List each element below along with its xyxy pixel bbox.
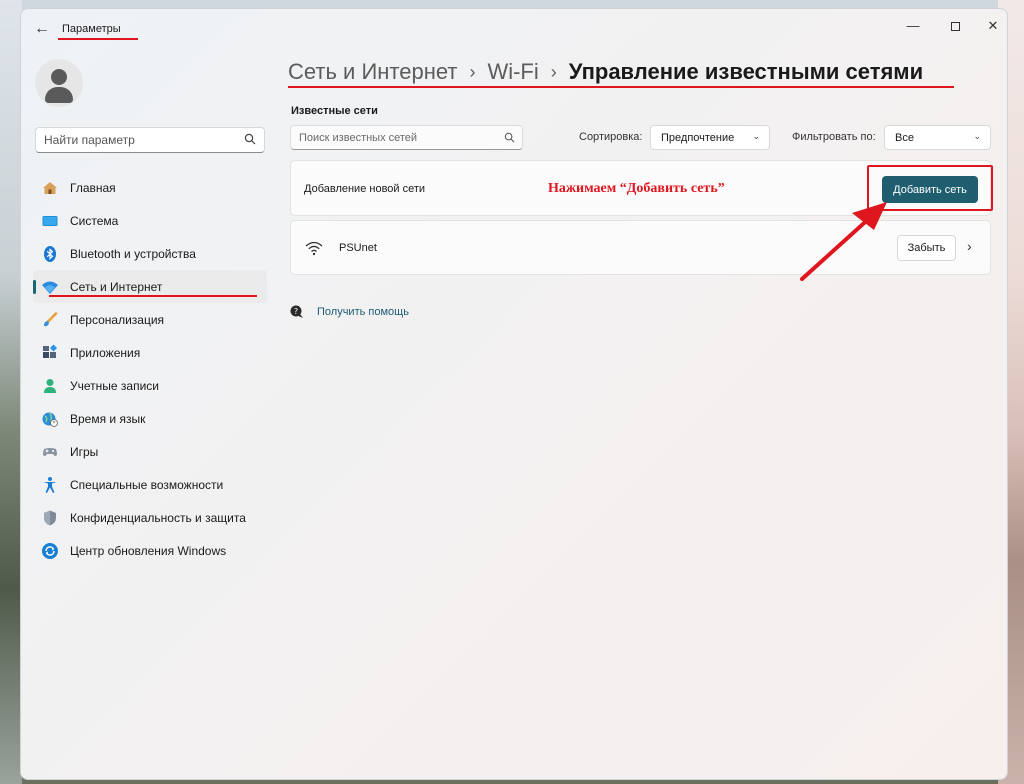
avatar-body bbox=[45, 87, 73, 103]
sidebar-item-label: Bluetooth и устройства bbox=[70, 246, 196, 261]
section-title: Известные сети bbox=[291, 105, 378, 117]
title-bar: ← Параметры — ✕ bbox=[21, 9, 1007, 49]
sidebar-nav: Главная Система Bluetooth и устройства С… bbox=[33, 171, 267, 567]
settings-search-box[interactable] bbox=[35, 127, 265, 153]
breadcrumb-underline-annotation bbox=[288, 86, 954, 88]
search-icon bbox=[504, 132, 515, 143]
get-help-link[interactable]: ? Получить помощь bbox=[289, 304, 409, 320]
known-networks-search-input[interactable] bbox=[299, 130, 495, 146]
breadcrumb-item-network[interactable]: Сеть и Интернет bbox=[288, 59, 457, 85]
breadcrumb-chevron-icon: › bbox=[469, 61, 476, 82]
sidebar-item-network[interactable]: Сеть и Интернет bbox=[33, 270, 267, 303]
sidebar-item-accounts[interactable]: Учетные записи bbox=[33, 369, 267, 402]
sidebar-item-personalization[interactable]: Персонализация bbox=[33, 303, 267, 336]
sidebar-item-label: Время и язык bbox=[70, 411, 146, 426]
chevron-right-icon[interactable]: › bbox=[967, 238, 972, 254]
chevron-down-icon: ⌄ bbox=[973, 131, 981, 141]
breadcrumb-item-wifi[interactable]: Wi-Fi bbox=[487, 59, 538, 85]
known-networks-search-box[interactable] bbox=[290, 125, 523, 150]
breadcrumb: Сеть и Интернет › Wi-Fi › Управление изв… bbox=[288, 59, 923, 85]
sidebar-item-label: Учетные записи bbox=[70, 378, 159, 393]
svg-text:?: ? bbox=[294, 307, 298, 316]
highlight-box-annotation bbox=[867, 165, 993, 211]
sidebar-item-label: Центр обновления Windows bbox=[70, 543, 227, 558]
settings-search-input[interactable] bbox=[44, 132, 234, 148]
avatar[interactable] bbox=[35, 59, 83, 107]
apps-icon bbox=[41, 343, 59, 362]
annotation-text: Нажимаем “Добавить сеть” bbox=[548, 181, 725, 196]
minimize-button[interactable]: — bbox=[893, 13, 933, 39]
close-button[interactable]: ✕ bbox=[973, 13, 1007, 39]
shield-icon bbox=[41, 509, 59, 527]
help-chat-icon: ? bbox=[290, 305, 303, 318]
avatar-head bbox=[51, 69, 67, 85]
back-arrow-icon[interactable]: ← bbox=[31, 19, 53, 39]
forget-network-button[interactable]: Забыть bbox=[897, 235, 956, 261]
sidebar-item-gaming[interactable]: Игры bbox=[33, 435, 267, 468]
monitor-icon bbox=[41, 212, 59, 230]
sidebar-item-label: Главная bbox=[70, 180, 116, 195]
sidebar-item-label: Персонализация bbox=[70, 312, 165, 327]
desktop-background-left bbox=[0, 0, 22, 784]
add-network-label: Добавление новой сети bbox=[304, 183, 426, 195]
wifi-icon bbox=[305, 241, 323, 256]
network-icon bbox=[41, 278, 59, 296]
sidebar-item-privacy[interactable]: Конфиденциальность и защита bbox=[33, 501, 267, 534]
sidebar-item-label: Приложения bbox=[70, 345, 141, 360]
brush-icon bbox=[41, 311, 59, 329]
sidebar-item-system[interactable]: Система bbox=[33, 204, 267, 237]
filter-dropdown-value: Все bbox=[895, 132, 914, 144]
nav-underline-annotation bbox=[49, 295, 257, 297]
sidebar-item-label: Конфиденциальность и защита bbox=[70, 510, 246, 525]
update-icon bbox=[41, 542, 59, 560]
globe-icon bbox=[41, 410, 59, 428]
network-name: PSUnet bbox=[339, 242, 377, 254]
settings-window: ← Параметры — ✕ Главная Система bbox=[20, 8, 1008, 780]
sidebar-item-windows-update[interactable]: Центр обновления Windows bbox=[33, 534, 267, 567]
sort-dropdown[interactable]: Предпочтение ⌄ bbox=[650, 125, 770, 150]
sidebar-item-label: Сеть и Интернет bbox=[70, 279, 163, 294]
maximize-button[interactable] bbox=[935, 13, 975, 39]
sidebar-item-bluetooth[interactable]: Bluetooth и устройства bbox=[33, 237, 267, 270]
selected-indicator bbox=[33, 280, 36, 294]
app-title: Параметры bbox=[62, 23, 121, 35]
sidebar-item-time-language[interactable]: Время и язык bbox=[33, 402, 267, 435]
sidebar-item-label: Система bbox=[70, 213, 119, 228]
gamepad-icon bbox=[41, 443, 59, 461]
sort-label: Сортировка: bbox=[579, 131, 643, 143]
sidebar-item-label: Специальные возможности bbox=[70, 477, 224, 492]
chevron-down-icon: ⌄ bbox=[752, 131, 760, 141]
network-list-item[interactable]: PSUnet Забыть › bbox=[290, 220, 991, 275]
maximize-icon bbox=[950, 22, 960, 32]
sidebar-item-accessibility[interactable]: Специальные возможности bbox=[33, 468, 267, 501]
sidebar-item-home[interactable]: Главная bbox=[33, 171, 267, 204]
search-icon bbox=[244, 133, 256, 145]
filter-dropdown[interactable]: Все ⌄ bbox=[884, 125, 991, 150]
breadcrumb-chevron-icon: › bbox=[550, 61, 557, 82]
title-underline-annotation bbox=[58, 38, 138, 40]
sort-dropdown-value: Предпочтение bbox=[661, 132, 735, 144]
home-icon bbox=[41, 179, 59, 197]
person-icon bbox=[41, 377, 59, 395]
sidebar-item-apps[interactable]: Приложения bbox=[33, 336, 267, 369]
accessibility-icon bbox=[41, 476, 59, 494]
get-help-label: Получить помощь bbox=[317, 306, 409, 318]
sidebar-item-label: Игры bbox=[70, 444, 99, 459]
page-title: Управление известными сетями bbox=[568, 59, 924, 84]
filter-label: Фильтровать по: bbox=[792, 131, 876, 143]
bluetooth-icon bbox=[41, 245, 59, 263]
